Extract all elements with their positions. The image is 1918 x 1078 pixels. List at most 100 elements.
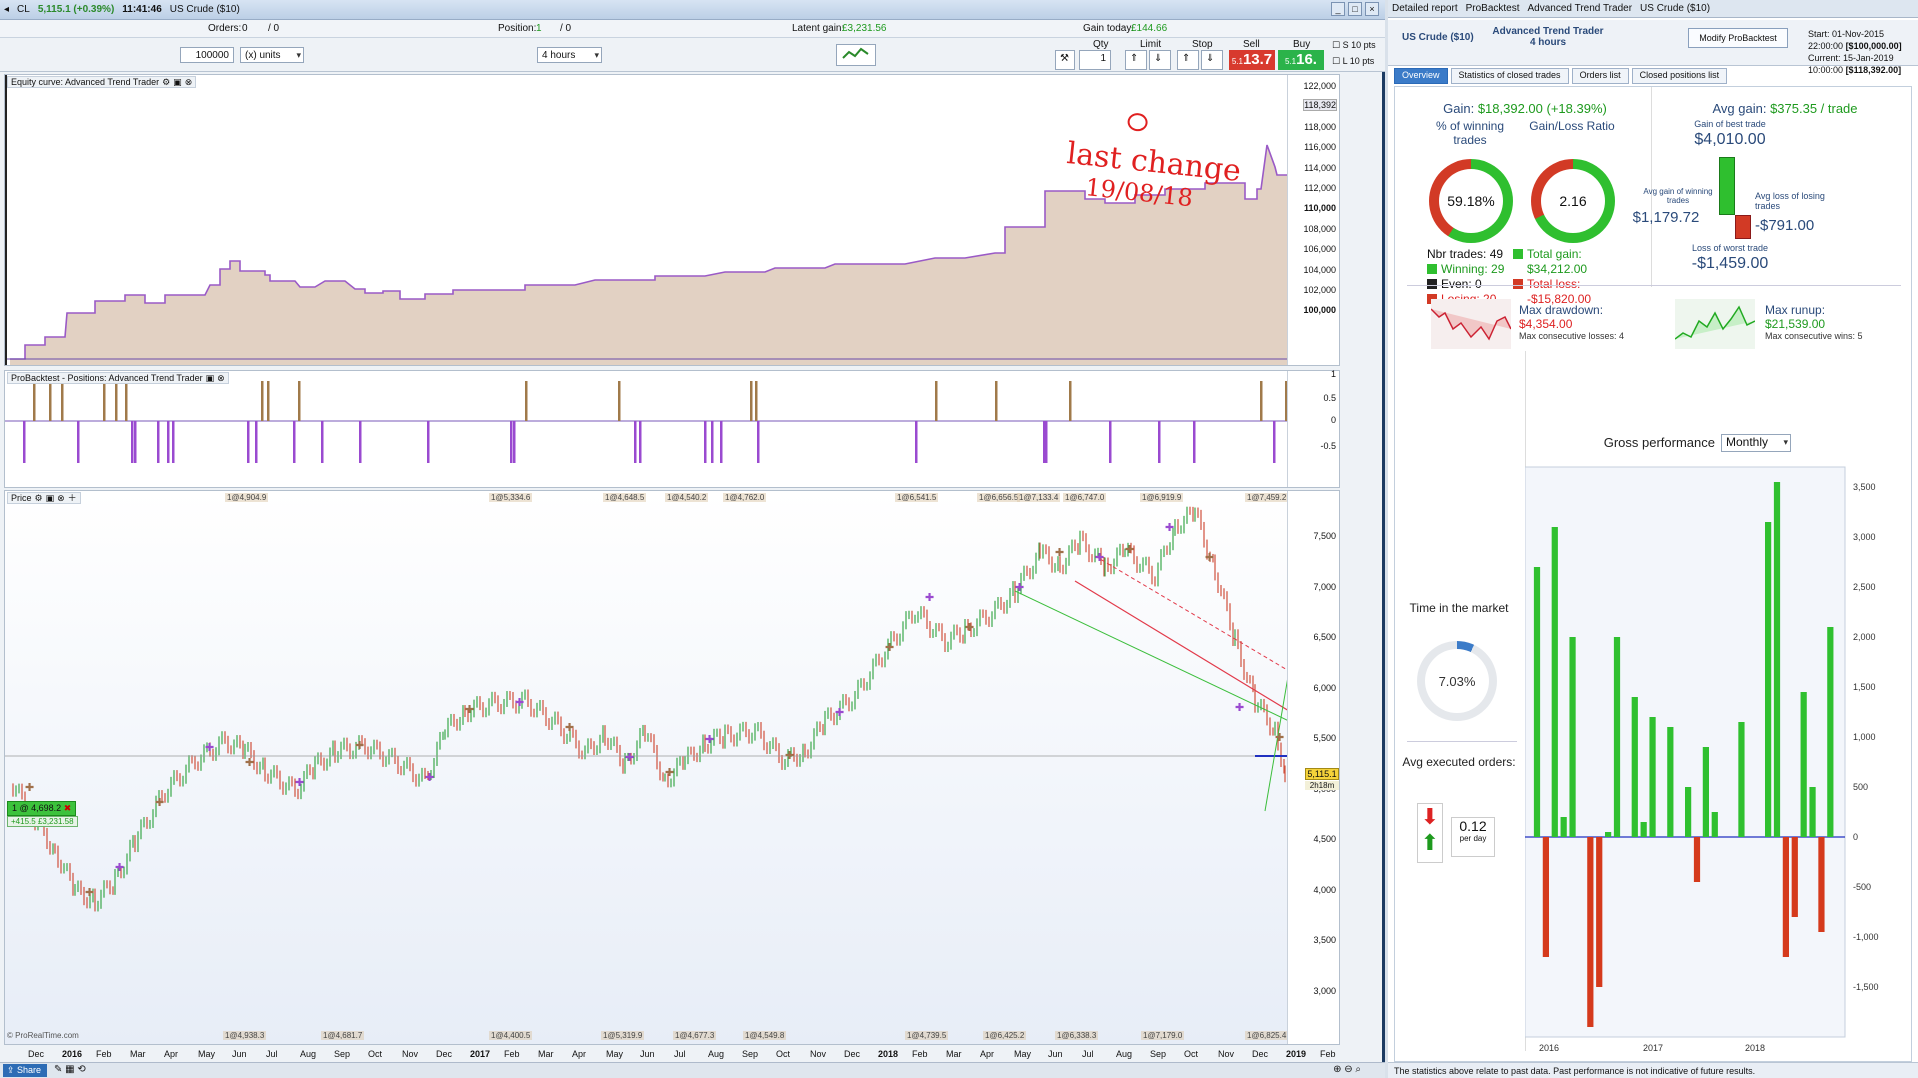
time-tick: Aug xyxy=(300,1049,317,1059)
wrench-icon[interactable]: ⚒ xyxy=(1055,50,1075,70)
zoom-icons[interactable]: ⊕ ⊖ ⌕ xyxy=(1333,1064,1361,1075)
tab-overview[interactable]: Overview xyxy=(1394,68,1448,84)
equity-tick: 100,000 xyxy=(1303,305,1336,316)
short-position-bar xyxy=(513,421,516,463)
report-title-item: Advanced Trend Trader xyxy=(1527,3,1633,14)
time-tick: Dec xyxy=(844,1049,861,1059)
order-label: 1@5,319.9 xyxy=(601,1031,645,1040)
time-tick: Dec xyxy=(28,1049,45,1059)
order-marker: ✚ xyxy=(85,887,94,899)
period-select[interactable]: Monthly xyxy=(1721,434,1791,452)
order-marker: ✚ xyxy=(1275,732,1284,744)
gainloss-donut: 2.16 xyxy=(1531,159,1615,243)
gross-bar xyxy=(1533,567,1541,837)
nbr-trades: Nbr trades: 49 xyxy=(1427,247,1504,261)
gross-x-tick: 2017 xyxy=(1643,1043,1663,1053)
entry-label[interactable]: 1 @ 4,698.2 ✖ xyxy=(7,801,77,816)
drawdown-sparkline xyxy=(1431,299,1511,349)
tab-orders-list[interactable]: Orders list xyxy=(1571,68,1629,84)
entry-text: 1 @ 4,698.2 xyxy=(12,803,62,813)
today-label: Gain today: xyxy=(1083,23,1135,34)
time-in-market-label: Time in the market xyxy=(1409,601,1509,615)
equity-tick: 110,000 xyxy=(1303,203,1336,214)
long-position-bar xyxy=(995,381,998,421)
time-tick: 2018 xyxy=(878,1049,899,1059)
window-icon[interactable]: ▣ xyxy=(206,373,215,383)
close-panel-icon[interactable]: ⊗ xyxy=(185,77,193,87)
order-marker: ✚ xyxy=(1165,522,1174,534)
l-checkbox[interactable]: ☐ L 10 pts xyxy=(1332,56,1374,67)
gross-bar xyxy=(1791,837,1798,917)
window-icon[interactable]: ▣ xyxy=(173,77,182,87)
short-position-bar xyxy=(172,421,175,463)
limit-buy-icon[interactable]: ⇑ xyxy=(1125,50,1147,70)
order-marker: ✚ xyxy=(1235,702,1244,714)
positions-panel: ProBacktest - Positions: Advanced Trend … xyxy=(4,369,1340,488)
gain-value: $18,392.00 (+18.39%) xyxy=(1477,101,1607,116)
order-marker: ✚ xyxy=(785,750,794,762)
buy-button[interactable]: 5.116. xyxy=(1278,50,1324,70)
backtest-report: Detailed report ProBacktest Advanced Trend… xyxy=(1388,0,1918,1078)
close-panel-icon[interactable]: ⊗ xyxy=(57,493,65,503)
qty-field[interactable]: 1 xyxy=(1079,50,1111,70)
strategy-name: Advanced Trend Trader 4 hours xyxy=(1478,26,1618,48)
equity-tick: 118,000 xyxy=(1304,121,1336,132)
positions-tick: -0.5 xyxy=(1320,441,1336,451)
short-position-bar xyxy=(167,421,170,463)
positions-tick: 1 xyxy=(1330,369,1336,379)
gross-x-tick: 2018 xyxy=(1745,1043,1765,1053)
price-tick: 4,000 xyxy=(1313,884,1336,895)
add-indicator-icon[interactable]: ＋ xyxy=(68,493,77,503)
best-bar xyxy=(1719,157,1735,215)
long-position-bar xyxy=(750,381,753,421)
timeframe-select[interactable]: 4 hours xyxy=(537,47,602,63)
gross-y-tick: 2,500 xyxy=(1853,582,1876,592)
window-icon[interactable]: ▣ xyxy=(46,493,55,503)
order-label: 1@7,133.4 xyxy=(1017,493,1061,502)
order-label: 1@4,762.0 xyxy=(723,493,767,502)
winning-swatch xyxy=(1427,264,1437,274)
long-position-bar xyxy=(935,381,938,421)
equity-curve-panel: Equity curve: Advanced Trend Trader ⚙ ▣ ⊗ 1… xyxy=(4,74,1340,366)
total-gain-label: Total gain: xyxy=(1527,247,1582,261)
stop-buy-icon[interactable]: ⇑ xyxy=(1177,50,1199,70)
order-label: 1@5,334.6 xyxy=(489,493,533,502)
positions-title-text: ProBacktest - Positions: Advanced Trend … xyxy=(11,373,203,383)
limit-label: Limit xyxy=(1140,39,1162,50)
time-tick: May xyxy=(1014,1049,1032,1059)
equity-tick: 122,000 xyxy=(1303,81,1336,91)
position-value: 1 xyxy=(536,23,542,34)
close-icon[interactable]: × xyxy=(1365,2,1379,16)
tab-statistics-of-closed-trades[interactable]: Statistics of closed trades xyxy=(1450,68,1569,84)
limit-sell-icon[interactable]: ⇓ xyxy=(1149,50,1171,70)
time-tick: Mar xyxy=(946,1049,962,1059)
tools-icon[interactable]: ✎ ▦ ⟲ xyxy=(54,1064,86,1075)
settings-icon[interactable]: ⚙ xyxy=(35,493,43,503)
quantity-input[interactable]: 100000 xyxy=(180,47,234,63)
tab-closed-positions-list[interactable]: Closed positions list xyxy=(1631,68,1728,84)
avg-loss-value: -$791.00 xyxy=(1755,217,1815,234)
minimize-icon[interactable]: _ xyxy=(1331,2,1345,16)
units-select[interactable]: (x) units xyxy=(240,47,304,63)
chart-type-icon[interactable] xyxy=(836,44,876,66)
time-tick: Aug xyxy=(708,1049,725,1059)
order-marker: ✚ xyxy=(565,722,574,734)
sell-button[interactable]: 5.113.7 xyxy=(1229,50,1275,70)
maximize-icon[interactable]: □ xyxy=(1348,2,1362,16)
settings-icon[interactable]: ⚙ xyxy=(162,77,170,87)
time-tick: Nov xyxy=(402,1049,419,1059)
stop-sell-icon[interactable]: ⇓ xyxy=(1201,50,1223,70)
close-position-icon[interactable]: ✖ xyxy=(64,803,72,813)
report-title-item: ProBacktest xyxy=(1465,3,1520,14)
menu-arrow-icon[interactable]: ◂ xyxy=(4,4,9,15)
gross-bar xyxy=(1640,822,1647,837)
max-drawdown-label: Max drawdown: xyxy=(1519,303,1604,317)
time-tick: Jun xyxy=(1048,1049,1063,1059)
close-panel-icon[interactable]: ⊗ xyxy=(217,373,225,383)
s-checkbox[interactable]: ☐ S 10 pts xyxy=(1332,40,1376,51)
modify-probacktest-button[interactable]: Modify ProBacktest xyxy=(1688,28,1788,48)
gain-label: Gain: xyxy=(1443,101,1475,116)
share-button[interactable]: ⇪ Share xyxy=(3,1064,47,1077)
equity-axis: 122,000120,000118,000116,000114,000112,0… xyxy=(1287,75,1339,365)
order-marker: ✚ xyxy=(885,642,894,654)
